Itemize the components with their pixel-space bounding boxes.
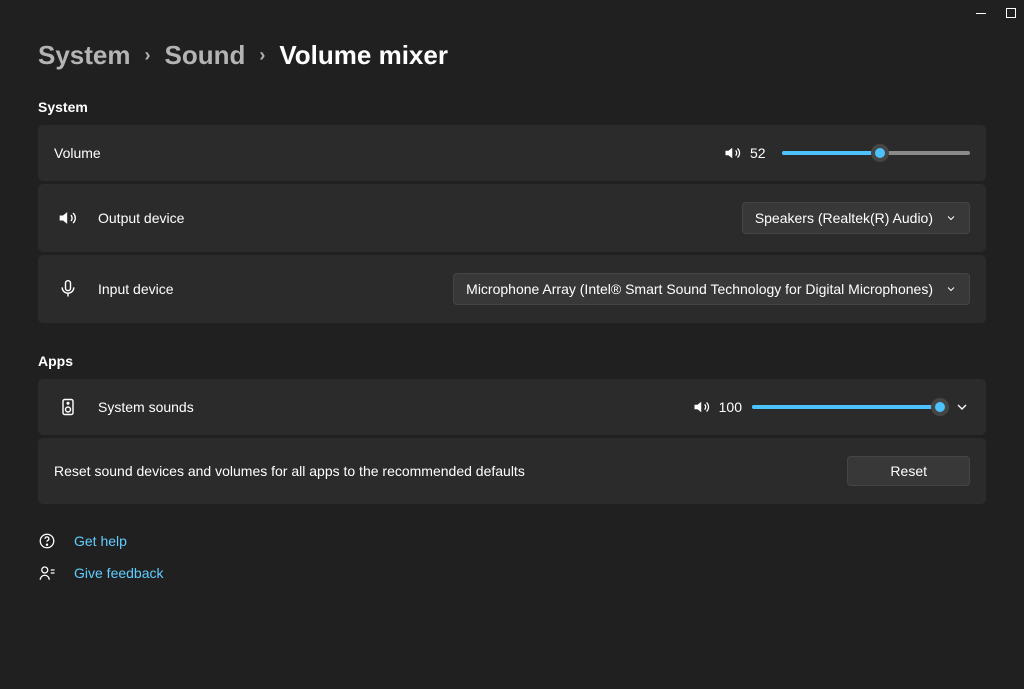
section-title-apps: Apps xyxy=(38,353,986,369)
page-title: Volume mixer xyxy=(279,40,448,71)
speaker-device-icon xyxy=(58,397,78,417)
volume-card: Volume 52 xyxy=(38,125,986,181)
output-device-dropdown[interactable]: Speakers (Realtek(R) Audio) xyxy=(742,202,970,234)
get-help-label: Get help xyxy=(74,533,127,549)
minimize-button[interactable] xyxy=(976,13,986,14)
speaker-icon[interactable] xyxy=(693,398,711,416)
speaker-icon xyxy=(58,208,78,228)
output-device-label: Output device xyxy=(98,210,184,226)
get-help-link[interactable]: Get help xyxy=(38,532,986,550)
maximize-button[interactable] xyxy=(1006,8,1016,18)
volume-label: Volume xyxy=(54,145,101,161)
system-sounds-label: System sounds xyxy=(98,399,194,415)
help-links: Get help Give feedback xyxy=(38,532,986,582)
chevron-down-icon xyxy=(945,283,957,295)
reset-description: Reset sound devices and volumes for all … xyxy=(54,463,525,479)
microphone-icon xyxy=(58,279,78,299)
breadcrumb: System › Sound › Volume mixer xyxy=(38,40,986,71)
input-device-dropdown[interactable]: Microphone Array (Intel® Smart Sound Tec… xyxy=(453,273,970,305)
breadcrumb-sound[interactable]: Sound xyxy=(165,40,246,71)
help-icon xyxy=(38,532,56,550)
chevron-down-icon xyxy=(945,212,957,224)
window-controls xyxy=(976,8,1016,18)
speaker-icon[interactable] xyxy=(724,144,742,162)
give-feedback-link[interactable]: Give feedback xyxy=(38,564,986,582)
volume-slider[interactable] xyxy=(782,143,970,163)
feedback-icon xyxy=(38,564,56,582)
output-device-card: Output device Speakers (Realtek(R) Audio… xyxy=(38,184,986,252)
reset-card: Reset sound devices and volumes for all … xyxy=(38,438,986,504)
chevron-right-icon: › xyxy=(145,45,151,66)
reset-button[interactable]: Reset xyxy=(847,456,970,486)
give-feedback-label: Give feedback xyxy=(74,565,164,581)
system-sounds-value: 100 xyxy=(719,399,742,415)
input-device-card: Input device Microphone Array (Intel® Sm… xyxy=(38,255,986,323)
input-device-selected: Microphone Array (Intel® Smart Sound Tec… xyxy=(466,281,933,297)
output-device-selected: Speakers (Realtek(R) Audio) xyxy=(755,210,933,226)
system-sounds-slider[interactable] xyxy=(752,397,940,417)
expand-button[interactable] xyxy=(954,399,970,415)
system-sounds-card: System sounds 100 xyxy=(38,379,986,435)
breadcrumb-system[interactable]: System xyxy=(38,40,131,71)
section-title-system: System xyxy=(38,99,986,115)
volume-value: 52 xyxy=(750,145,772,161)
input-device-label: Input device xyxy=(98,281,174,297)
chevron-right-icon: › xyxy=(259,45,265,66)
